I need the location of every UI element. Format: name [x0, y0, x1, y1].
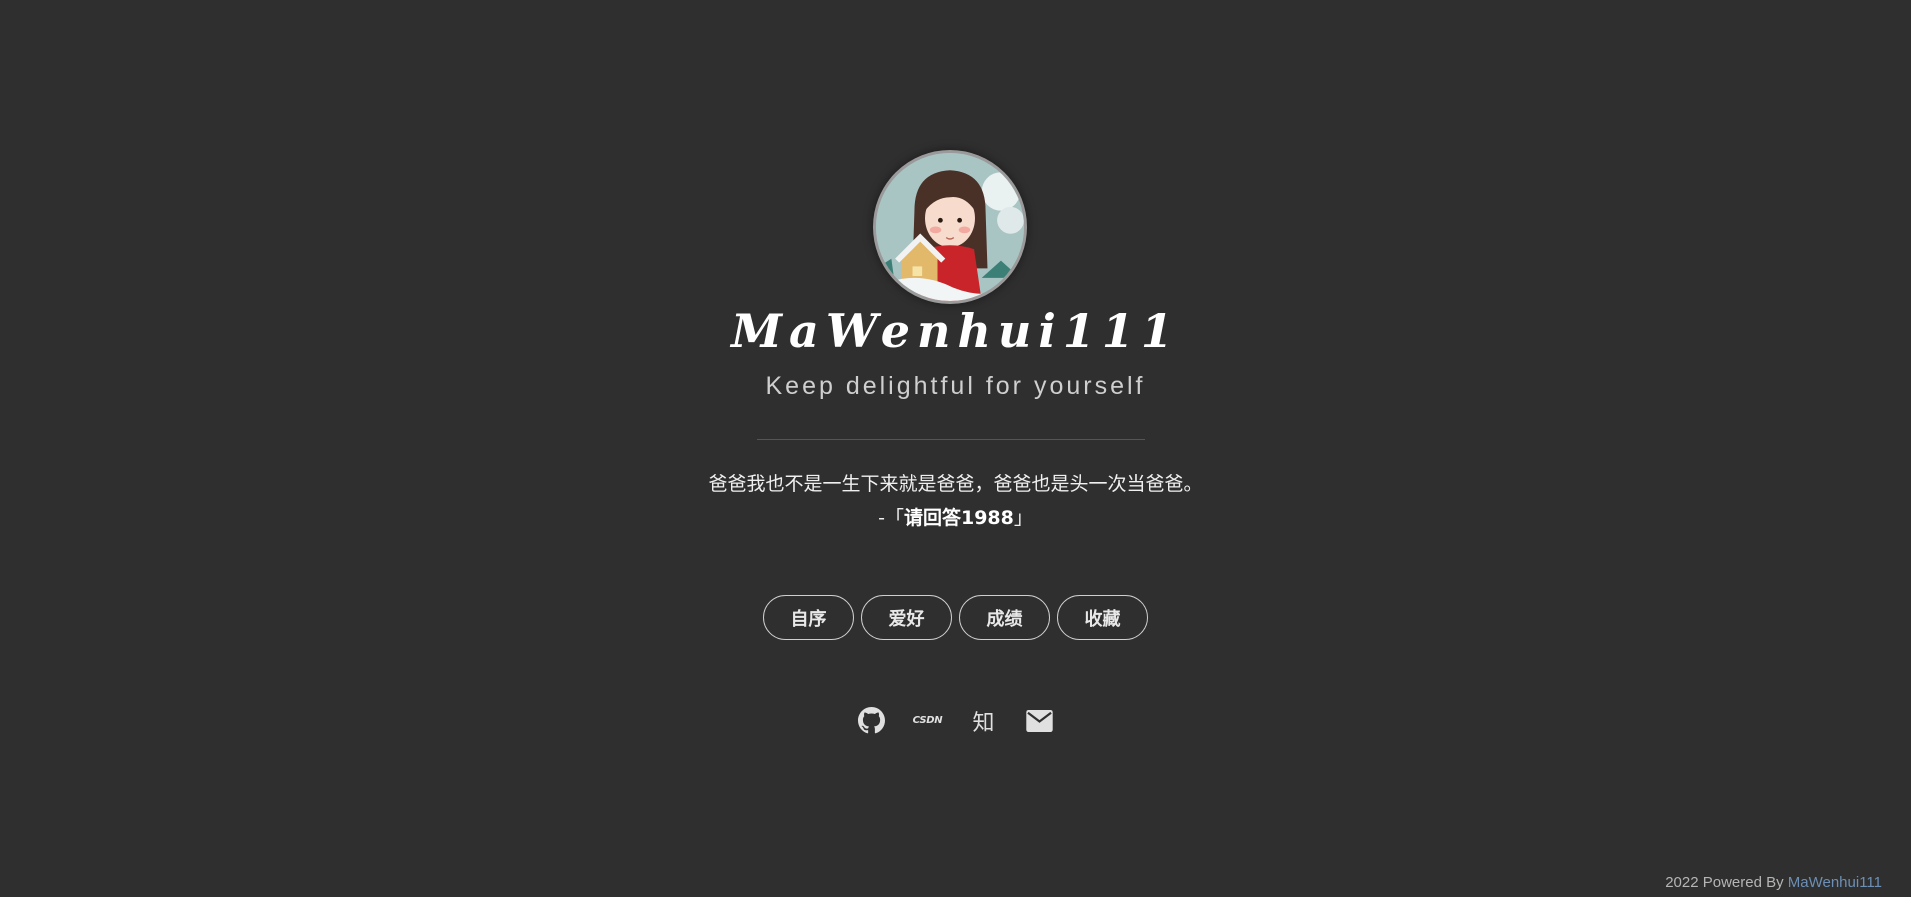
- footer-link[interactable]: MaWenhui111: [1788, 874, 1882, 891]
- profile-name: MaWenhui111: [731, 304, 1180, 358]
- zhihu-link[interactable]: 知: [969, 706, 998, 736]
- mail-icon: [1026, 709, 1053, 732]
- quote-source: -「请回答1988」: [0, 503, 1911, 530]
- avatar[interactable]: [873, 150, 1027, 304]
- github-icon: [858, 707, 885, 734]
- csdn-link[interactable]: CSDN: [912, 706, 943, 735]
- footer: 2022 Powered By MaWenhui111: [1665, 874, 1882, 891]
- mail-link[interactable]: [1025, 706, 1054, 735]
- social-links: CSDN 知: [0, 706, 1911, 736]
- home-page: MaWenhui111 Keep delightful for yourself…: [0, 0, 1911, 897]
- nav-buttons: 自序 爱好 成绩 收藏: [0, 595, 1911, 640]
- zhihu-icon: 知: [972, 710, 995, 736]
- quote-text: 爸爸我也不是一生下来就是爸爸，爸爸也是头一次当爸爸。: [708, 473, 1203, 495]
- github-link[interactable]: [857, 706, 886, 735]
- csdn-icon: CSDN: [912, 715, 943, 726]
- footer-text: 2022 Powered By: [1665, 874, 1788, 891]
- quote-source-prefix: -「: [878, 507, 904, 529]
- nav-button-hobbies[interactable]: 爱好: [861, 595, 952, 640]
- quote-source-suffix: 」: [1013, 507, 1033, 529]
- nav-button-collections[interactable]: 收藏: [1057, 595, 1148, 640]
- nav-button-preface[interactable]: 自序: [763, 595, 854, 640]
- avatar-illustration: [876, 153, 1024, 301]
- divider: [757, 439, 1145, 440]
- profile-motto: Keep delightful for yourself: [765, 372, 1146, 400]
- quote-source-title: 请回答1988: [903, 507, 1014, 529]
- nav-button-achievements[interactable]: 成绩: [959, 595, 1050, 640]
